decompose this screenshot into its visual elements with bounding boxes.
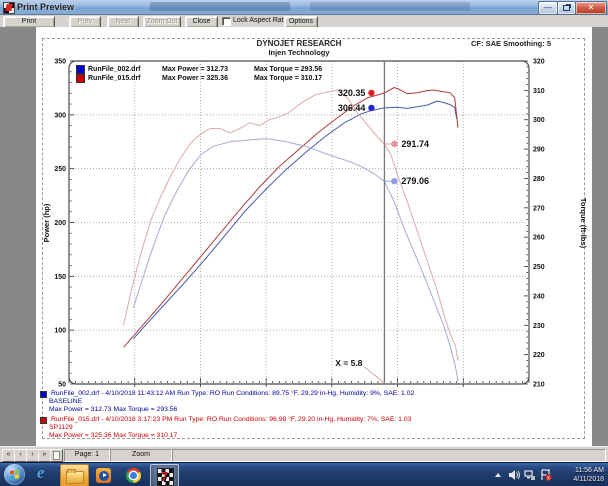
- taskbar: e 7 x 11:56 AM 4/11/2018: [0, 462, 608, 486]
- dynojet-app-icon: 7: [157, 468, 174, 486]
- legend-max-power: Max Power = 312.73: [162, 66, 254, 73]
- network-icon[interactable]: [524, 469, 536, 481]
- internet-explorer-icon: e: [37, 463, 45, 483]
- legend-max-power: Max Power = 325.36: [162, 75, 254, 82]
- taskbar-item-windows-explorer[interactable]: [60, 464, 89, 486]
- taskbar-item-chrome[interactable]: [120, 464, 147, 486]
- page-layout-button[interactable]: [50, 449, 63, 462]
- legend-max-torque: Max Torque = 310.17: [254, 75, 346, 82]
- start-button[interactable]: [4, 464, 25, 485]
- svg-text:100: 100: [54, 328, 66, 335]
- restore-icon: [563, 5, 570, 11]
- svg-text:50: 50: [58, 382, 66, 389]
- window-titlebar[interactable]: Print Preview — ✕: [0, 0, 608, 15]
- svg-text:250: 250: [54, 166, 66, 173]
- chrome-icon: [126, 468, 141, 483]
- svg-text:260: 260: [533, 235, 545, 242]
- svg-text:210: 210: [533, 382, 545, 389]
- svg-text:300: 300: [533, 117, 545, 124]
- legend-run-name: RunFile_015.drf: [88, 75, 162, 82]
- page-icon: [53, 451, 60, 460]
- svg-text:300: 300: [54, 112, 66, 119]
- hidden-icons-caret[interactable]: [492, 469, 504, 481]
- run-annotation: RunFile_002.drf - 4/10/2018 11:43:12 AM …: [40, 390, 580, 414]
- svg-text:Torque (ft-lbs): Torque (ft-lbs): [579, 198, 588, 249]
- plot-legend: RunFile_002.drf Max Power = 312.73 Max T…: [76, 65, 346, 83]
- svg-text:200: 200: [54, 220, 66, 227]
- speaker-icon[interactable]: [508, 469, 520, 481]
- svg-text:350: 350: [54, 59, 66, 66]
- page-indicator: Page: 1: [64, 449, 110, 462]
- svg-text:320.35: 320.35: [338, 88, 366, 98]
- svg-text:240: 240: [533, 293, 545, 300]
- svg-text:280: 280: [533, 176, 545, 183]
- dyno-plot[interactable]: 50 100 150 200 250 300 350 210 220 230 240 250 260 27…: [36, 27, 592, 446]
- legend-swatch-blue: [76, 65, 85, 74]
- restore-button[interactable]: [557, 1, 576, 15]
- taskbar-item-media-player[interactable]: [90, 464, 117, 486]
- svg-text:290: 290: [533, 147, 545, 154]
- svg-text:230: 230: [533, 323, 545, 330]
- statusbar-spacer: [172, 449, 606, 462]
- svg-text:279.06: 279.06: [401, 176, 429, 186]
- minimize-button[interactable]: —: [538, 1, 558, 15]
- legend-row: RunFile_002.drf Max Power = 312.73 Max T…: [76, 65, 346, 74]
- svg-text:X = 5.8: X = 5.8: [335, 358, 362, 368]
- run-info-line: RunFile_015.drf - 4/10/2018 3:17:23 PM R…: [51, 416, 411, 424]
- zoom-indicator: Zoom: [110, 449, 172, 462]
- taskbar-item-dynojet-active[interactable]: 7: [150, 464, 179, 486]
- app-icon: [3, 2, 15, 14]
- preview-background: DYNOJET RESEARCH Injen Technology CF: SA…: [0, 27, 608, 446]
- windows-flag-icon: [10, 469, 19, 479]
- close-window-button[interactable]: ✕: [575, 1, 607, 15]
- legend-max-torque: Max Torque = 293.56: [254, 66, 346, 73]
- media-player-icon: [96, 468, 111, 483]
- lock-aspect-ratio-label: Lock Aspect Ratio: [233, 17, 289, 24]
- svg-text:270: 270: [533, 205, 545, 212]
- redaction-smudge: [310, 2, 470, 11]
- legend-run-name: RunFile_002.drf: [88, 66, 162, 73]
- svg-text:306.44: 306.44: [338, 103, 366, 113]
- window-title: Print Preview: [17, 2, 74, 12]
- svg-text:Power (hp): Power (hp): [42, 203, 51, 242]
- svg-text:150: 150: [54, 274, 66, 281]
- preview-page: DYNOJET RESEARCH Injen Technology CF: SA…: [36, 27, 592, 446]
- desktop: Print Preview — ✕ Print Prev Next Zoom O…: [0, 0, 608, 486]
- taskbar-item-internet-explorer[interactable]: e: [30, 464, 57, 486]
- run-annotations: RunFile_002.drf - 4/10/2018 11:43:12 AM …: [40, 390, 580, 442]
- run-annotation: RunFile_015.drf - 4/10/2018 3:17:23 PM R…: [40, 416, 580, 440]
- run-maxima: Max Power = 312.73 Max Torque = 293.56: [49, 406, 580, 414]
- run-swatch-blue: [40, 391, 47, 398]
- statusbar: « ‹ › » Page: 1 Zoom: [0, 446, 608, 463]
- windows-explorer-icon: [66, 471, 84, 484]
- svg-text:250: 250: [533, 264, 545, 271]
- clock-time: 11:56 AM: [548, 466, 604, 475]
- svg-text:291.74: 291.74: [401, 139, 429, 149]
- svg-text:320: 320: [533, 59, 545, 66]
- run-label: SP1129: [49, 424, 580, 432]
- taskbar-clock[interactable]: 11:56 AM 4/11/2018: [548, 466, 604, 484]
- run-label: BASELINE: [49, 398, 580, 406]
- redaction-smudge: [150, 2, 290, 11]
- svg-text:310: 310: [533, 88, 545, 95]
- svg-text:220: 220: [533, 352, 545, 359]
- clock-date: 4/11/2018: [548, 475, 604, 484]
- legend-row: RunFile_015.drf Max Power = 325.36 Max T…: [76, 74, 346, 83]
- lock-aspect-ratio-checkbox[interactable]: [222, 17, 231, 26]
- run-info-line: RunFile_002.drf - 4/10/2018 11:43:12 AM …: [51, 390, 414, 398]
- run-swatch-red: [40, 417, 47, 424]
- legend-swatch-red: [76, 74, 85, 83]
- run-maxima: Max Power = 325.36 Max Torque = 310.17: [49, 432, 580, 440]
